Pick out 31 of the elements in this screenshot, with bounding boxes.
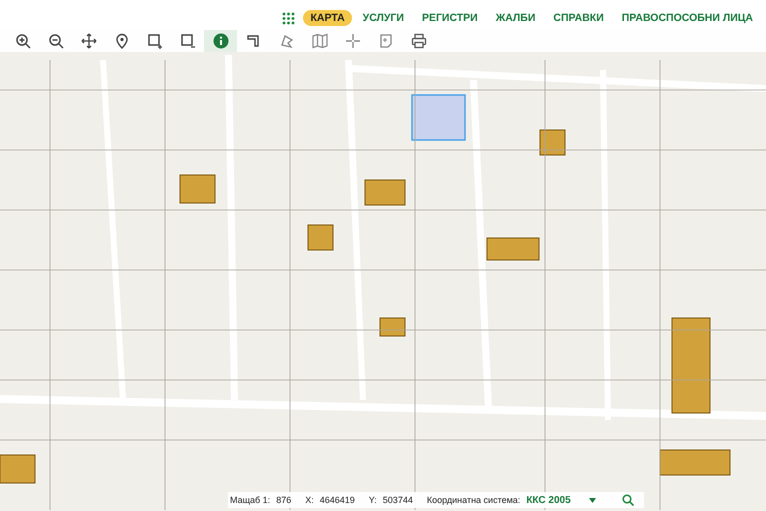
zoom-in-icon	[14, 33, 30, 49]
apps-grid-icon[interactable]	[282, 12, 296, 24]
scale-label: Мащаб 1:	[230, 495, 270, 505]
crs-label: Координатна система:	[426, 495, 520, 505]
square-plus-icon	[146, 33, 162, 49]
y-label: Y:	[368, 495, 377, 505]
corner-icon	[246, 33, 262, 49]
search-icon[interactable]	[622, 494, 634, 506]
tool-button[interactable]	[204, 30, 237, 52]
nav-link[interactable]: УСЛУГИ	[356, 10, 411, 26]
move-icon	[80, 33, 96, 49]
square-minus-icon	[180, 33, 196, 49]
nav-link[interactable]: ПРАВОСПОСОБНИ ЛИЦА	[614, 10, 760, 26]
info-icon	[212, 33, 228, 49]
x-label: X:	[305, 495, 314, 505]
nav-link[interactable]: СПРАВКИ	[546, 10, 611, 26]
nav-link[interactable]: ЖАЛБИ	[488, 10, 542, 26]
location-pin-icon	[114, 33, 130, 49]
printer-icon	[410, 33, 426, 49]
map-icon	[312, 33, 328, 49]
y-value: 503744	[382, 495, 413, 505]
nav-link[interactable]: РЕГИСТРИ	[414, 10, 485, 26]
polygon-icon	[278, 33, 294, 49]
x-value: 4646419	[320, 495, 355, 505]
crs-dropdown[interactable]: ККС 2005	[526, 494, 571, 506]
note-icon	[378, 33, 394, 49]
nav-link[interactable]: КАРТА	[303, 10, 352, 26]
scale-value: 876	[276, 495, 292, 505]
crosshair-icon	[344, 33, 360, 49]
caret-icon[interactable]	[588, 498, 596, 502]
zoom-out-icon	[48, 33, 64, 49]
